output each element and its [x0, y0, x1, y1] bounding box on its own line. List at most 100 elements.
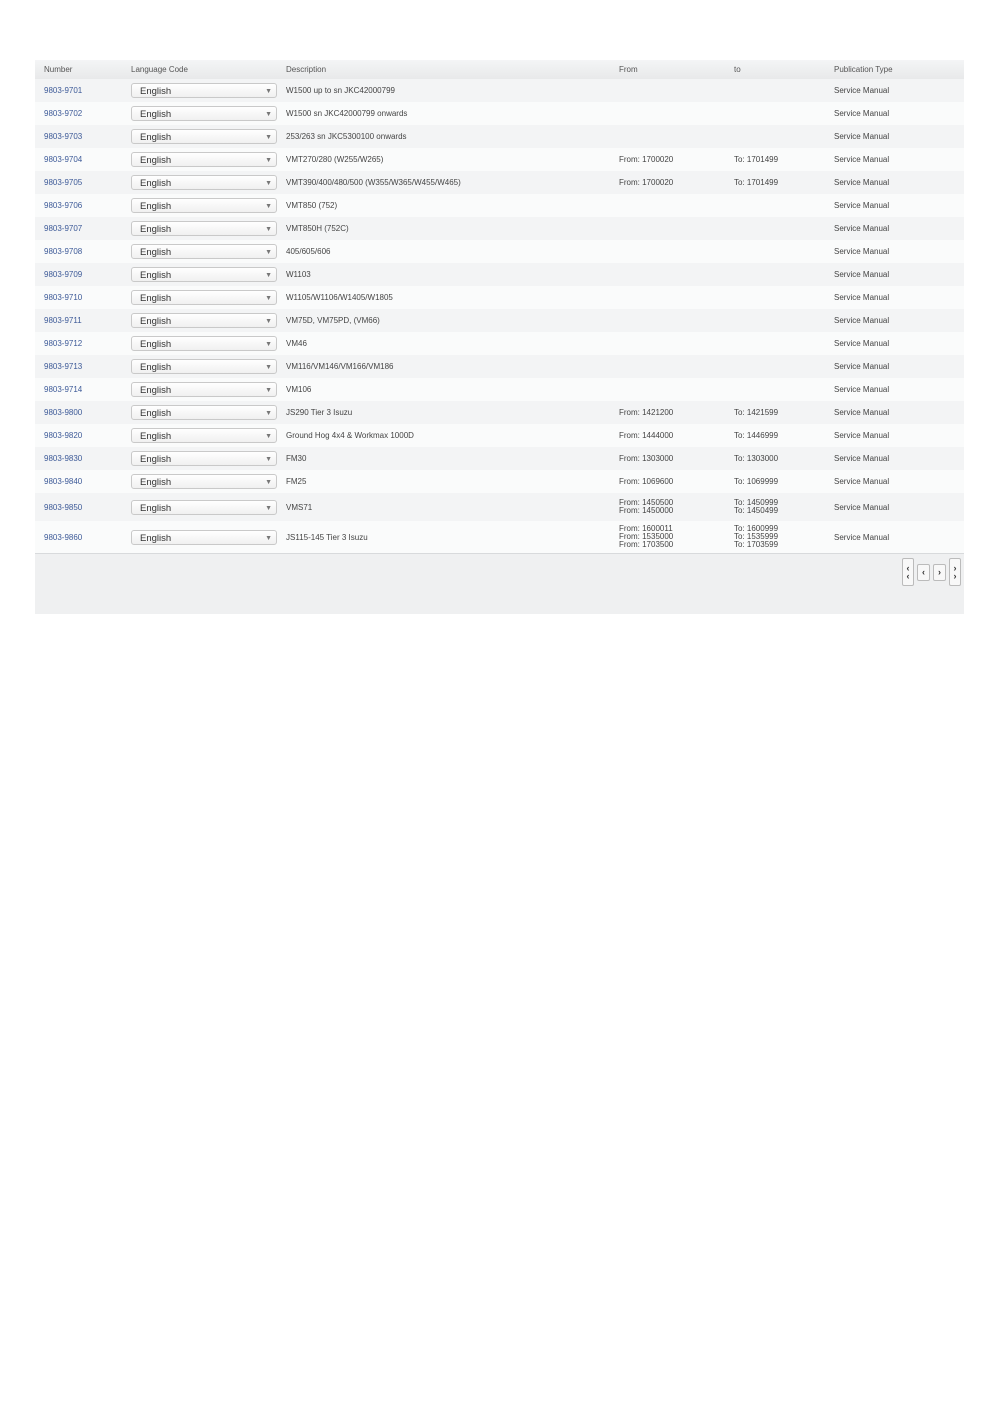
number-link[interactable]: 9803-9706 — [44, 201, 82, 210]
publication-type-cell: Service Manual — [834, 362, 890, 371]
number-cell: 9803-9830 — [35, 447, 131, 470]
from-cell — [619, 102, 734, 125]
to-cell — [734, 378, 834, 401]
number-link[interactable]: 9803-9714 — [44, 385, 82, 394]
chevron-down-icon: ▼ — [265, 111, 272, 118]
col-to[interactable]: to — [734, 60, 834, 79]
chevron-down-icon: ▼ — [265, 249, 272, 256]
language-value: English — [140, 532, 172, 544]
language-value: English — [140, 132, 172, 143]
description-cell: W1500 up to sn JKC42000799 — [286, 86, 395, 95]
language-select[interactable]: English ▼ — [131, 290, 277, 305]
col-from[interactable]: From — [619, 60, 734, 79]
language-select[interactable]: English ▼ — [131, 474, 277, 489]
to-cell: To: 1446999 — [734, 424, 834, 447]
number-link[interactable]: 9803-9850 — [44, 503, 82, 512]
first-page-button[interactable]: ‹ ‹ — [902, 558, 914, 586]
language-cell: English ▼ — [131, 79, 286, 102]
table-row: 9803-9860 English ▼ JS115-145 Tier 3 Isuz… — [35, 521, 964, 554]
number-link[interactable]: 9803-9703 — [44, 132, 82, 141]
description-cell: VM75D, VM75PD, (VM66) — [286, 316, 380, 325]
next-page-button[interactable]: › — [933, 563, 946, 581]
number-link[interactable]: 9803-9840 — [44, 477, 82, 486]
table-row: 9803-9701 English ▼ W1500 up to sn JKC420… — [35, 79, 964, 102]
number-link[interactable]: 9803-9708 — [44, 247, 82, 256]
number-link[interactable]: 9803-9709 — [44, 270, 82, 279]
number-link[interactable]: 9803-9820 — [44, 431, 82, 440]
language-select[interactable]: English ▼ — [131, 106, 277, 121]
table-header: Number Language Code Description From to… — [35, 60, 964, 79]
from-cell: From: 1700020 — [619, 171, 734, 194]
language-select[interactable]: English ▼ — [131, 198, 277, 213]
col-publication-type[interactable]: Publication Type — [834, 60, 964, 79]
language-select[interactable]: English ▼ — [131, 175, 277, 190]
language-cell: English ▼ — [131, 447, 286, 470]
language-select[interactable]: English ▼ — [131, 529, 277, 545]
to-cell — [734, 79, 834, 102]
from-cell — [619, 332, 734, 355]
publication-type-cell: Service Manual — [834, 293, 890, 302]
to-cell: To: 1701499 — [734, 148, 834, 171]
description-cell: VMT270/280 (W255/W265) — [286, 155, 384, 164]
from-cell — [619, 378, 734, 401]
from-value: From: 1450000 — [619, 506, 674, 515]
language-select[interactable]: English ▼ — [131, 221, 277, 236]
language-select[interactable]: English ▼ — [131, 499, 277, 515]
language-select[interactable]: English ▼ — [131, 382, 277, 397]
language-select[interactable]: English ▼ — [131, 267, 277, 282]
language-select[interactable]: English ▼ — [131, 359, 277, 374]
from-cell: From: 1450500 From: 1450000 — [619, 493, 734, 521]
language-value: English — [140, 385, 172, 396]
publication-type-cell: Service Manual — [834, 224, 890, 233]
number-link[interactable]: 9803-9705 — [44, 178, 82, 187]
col-language[interactable]: Language Code — [131, 60, 286, 79]
language-select[interactable]: English ▼ — [131, 313, 277, 328]
language-select[interactable]: English ▼ — [131, 152, 277, 167]
description-cell: VM46 — [286, 339, 307, 348]
language-cell: English ▼ — [131, 194, 286, 217]
language-value: English — [140, 109, 172, 120]
prev-page-button[interactable]: ‹ — [917, 563, 930, 581]
language-cell: English ▼ — [131, 148, 286, 171]
language-select[interactable]: English ▼ — [131, 83, 277, 98]
number-link[interactable]: 9803-9704 — [44, 155, 82, 164]
publications-table: Number Language Code Description From to… — [35, 60, 964, 554]
language-cell: English ▼ — [131, 217, 286, 240]
number-link[interactable]: 9803-9702 — [44, 109, 82, 118]
table-row: 9803-9704 English ▼ VMT270/280 (W255/W265… — [35, 148, 964, 171]
number-link[interactable]: 9803-9712 — [44, 339, 82, 348]
language-value: English — [140, 270, 172, 281]
language-value: English — [140, 201, 172, 212]
from-cell — [619, 309, 734, 332]
last-page-button[interactable]: › › — [949, 558, 961, 586]
to-cell — [734, 125, 834, 148]
number-link[interactable]: 9803-9707 — [44, 224, 82, 233]
from-cell: From: 1303000 — [619, 447, 734, 470]
description-cell: VMT390/400/480/500 (W355/W365/W455/W465) — [286, 178, 461, 187]
col-description[interactable]: Description — [286, 60, 619, 79]
number-link[interactable]: 9803-9711 — [44, 316, 82, 325]
to-cell: To: 1303000 — [734, 447, 834, 470]
chevron-down-icon: ▼ — [265, 203, 272, 210]
language-select[interactable]: English ▼ — [131, 428, 277, 443]
col-number[interactable]: Number — [35, 60, 131, 79]
number-link[interactable]: 9803-9701 — [44, 86, 82, 95]
number-cell: 9803-9820 — [35, 424, 131, 447]
to-cell — [734, 102, 834, 125]
from-value: From: 1303000 — [619, 453, 674, 463]
language-select[interactable]: English ▼ — [131, 244, 277, 259]
next-page-icon: › — [938, 567, 941, 577]
language-select[interactable]: English ▼ — [131, 336, 277, 351]
language-select[interactable]: English ▼ — [131, 129, 277, 144]
publication-type-cell: Service Manual — [834, 155, 890, 164]
number-link[interactable]: 9803-9830 — [44, 454, 82, 463]
language-select[interactable]: English ▼ — [131, 451, 277, 466]
description-cell: W1105/W1106/W1405/W1805 — [286, 293, 393, 302]
number-link[interactable]: 9803-9710 — [44, 293, 82, 302]
to-cell — [734, 309, 834, 332]
publication-type-cell: Service Manual — [834, 201, 890, 210]
number-link[interactable]: 9803-9800 — [44, 408, 82, 417]
language-select[interactable]: English ▼ — [131, 405, 277, 420]
number-link[interactable]: 9803-9860 — [44, 533, 82, 542]
number-link[interactable]: 9803-9713 — [44, 362, 82, 371]
